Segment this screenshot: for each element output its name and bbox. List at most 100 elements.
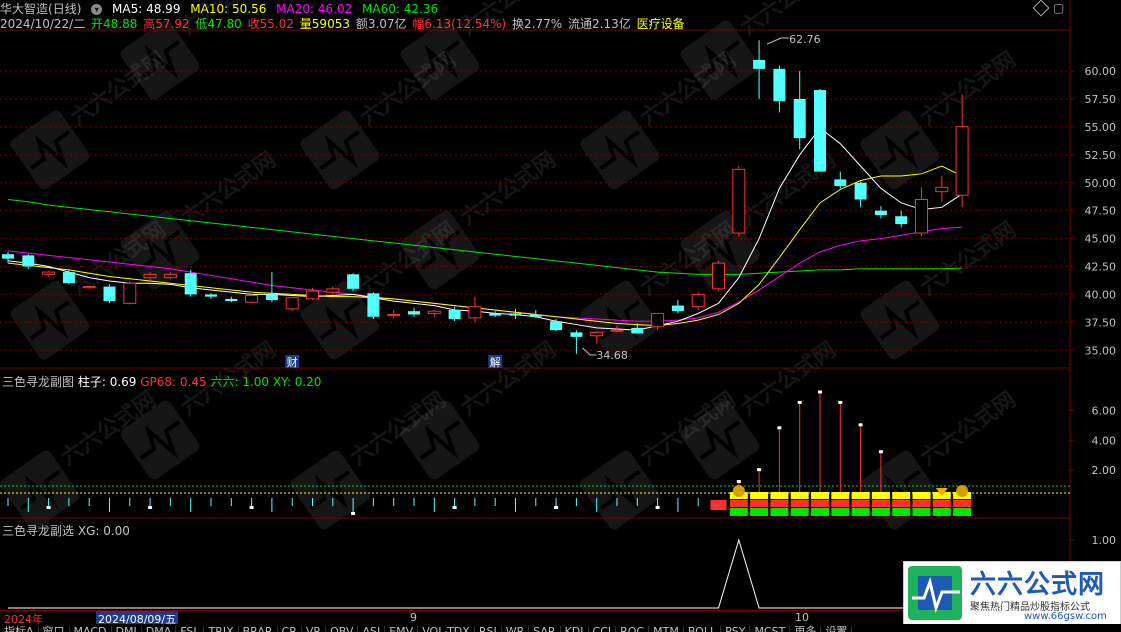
tab-9[interactable]: VR	[302, 626, 327, 632]
sub1-red-block	[892, 500, 911, 507]
tab-12[interactable]: EMV	[385, 626, 419, 632]
sub1-header: 三色寻龙副图 柱子: 0.69 GP68: 0.45 六六: 1.00 XY: …	[2, 373, 321, 390]
candle-body	[408, 311, 420, 315]
candle-body	[42, 271, 56, 275]
tab-2[interactable]: MACD	[70, 626, 112, 632]
tab-24[interactable]: 更多	[790, 626, 822, 632]
high-marker-line	[766, 37, 790, 45]
price-tick-label: 57.50	[1085, 93, 1117, 106]
sub1-green-block	[729, 508, 748, 516]
sub1-green-block	[871, 508, 890, 516]
tab-17[interactable]: KDJ	[561, 626, 589, 632]
sub1-title[interactable]: 三色寻龙副图	[2, 375, 74, 389]
watermark-text: 六六公式网	[456, 147, 560, 231]
event-label: 财	[287, 355, 298, 369]
candle-body	[509, 313, 522, 316]
sub1-liuliu: 六六: 1.00	[210, 375, 270, 389]
watermark-mark: 六六公式网	[400, 147, 561, 290]
sub1-red-block	[710, 500, 727, 510]
tab-4[interactable]: DMA	[142, 626, 177, 632]
xg-line	[8, 538, 963, 609]
tab-20[interactable]: MTM	[649, 626, 684, 632]
candle-body	[793, 99, 806, 139]
sub2-title[interactable]: 三色寻龙副选	[2, 524, 74, 538]
sub1-pillar: 柱子: 0.69	[77, 375, 137, 389]
tab-23[interactable]: MCST	[750, 626, 791, 632]
brand-name: 六六公式网	[970, 570, 1106, 600]
price-tick-label: 35.00	[1085, 344, 1117, 357]
price-tick-label: 45.00	[1085, 233, 1117, 246]
sub1-red-block	[729, 500, 748, 507]
tab-16[interactable]: SAR	[529, 626, 561, 632]
price-tick-label: 50.00	[1085, 177, 1117, 190]
sub1-xy: XY: 0.20	[272, 375, 322, 389]
tab-7[interactable]: BRAR	[239, 626, 278, 632]
sub1-dot	[452, 506, 457, 509]
sub1-red-block	[831, 500, 850, 507]
sub1-red-block	[750, 500, 769, 507]
candle-body	[468, 306, 482, 319]
candle-body	[895, 216, 908, 225]
candle-body	[935, 186, 949, 193]
candle-body	[143, 273, 157, 279]
price-tick-label: 47.50	[1085, 205, 1117, 218]
sub1-green-block	[770, 508, 789, 516]
event-label: 解	[490, 355, 501, 369]
candle-body	[651, 312, 665, 328]
sub1-red-block	[932, 500, 951, 507]
money-bag-icon	[956, 485, 969, 497]
tab-18[interactable]: CCI	[589, 626, 617, 632]
tab-8[interactable]: CR	[278, 626, 302, 632]
candle-body	[773, 68, 786, 102]
sub1-dot	[797, 400, 802, 404]
tab-15[interactable]: WR	[502, 626, 530, 632]
sub1-red-block	[770, 500, 789, 507]
candle-body	[163, 273, 177, 279]
candle-body	[854, 182, 867, 200]
candle-body	[62, 272, 75, 284]
candle-body	[427, 310, 441, 314]
tab-5[interactable]: FSL	[176, 626, 205, 632]
sub1-green-block	[892, 508, 911, 516]
candle-body	[691, 293, 705, 308]
sub1-tick-label: 6.00	[1092, 404, 1117, 417]
watermark-mark: 六六公式网	[120, 0, 281, 100]
candle-body	[184, 273, 197, 295]
candle-body	[712, 262, 725, 290]
sub1-dot	[655, 506, 660, 509]
tab-1[interactable]: 窗口	[39, 626, 70, 632]
month-10: 10	[795, 611, 809, 624]
sub1-yellow-block	[831, 492, 850, 499]
tab-22[interactable]: PSY	[721, 626, 751, 632]
candle-body	[570, 332, 583, 337]
tab-6[interactable]: TRIX	[204, 626, 239, 632]
watermark-mark: 六六公式网	[860, 217, 1021, 360]
tab-13[interactable]: VOL-TDX	[418, 626, 475, 632]
tab-0[interactable]: 指标A	[0, 626, 39, 632]
candle-body	[874, 210, 887, 216]
candle-body	[814, 90, 826, 172]
sub1-dot	[249, 506, 254, 509]
tab-10[interactable]: OBV	[326, 626, 359, 632]
sub1-green-block	[831, 508, 850, 516]
price-axis: 60.00 57.50 55.00 52.50 50.00 47.50 45.00 42.50…	[1070, 65, 1116, 357]
tab-14[interactable]: RSI	[475, 626, 502, 632]
sub1-green-block	[932, 508, 951, 516]
month-9: 9	[410, 611, 417, 624]
candle-body	[448, 310, 461, 319]
tab-11[interactable]: ASI	[358, 626, 386, 632]
tab-21[interactable]: BOLL	[684, 626, 722, 632]
tab-19[interactable]: ROC	[616, 626, 650, 632]
sub1-yellow-block	[790, 492, 809, 499]
sub1-red-block	[790, 500, 809, 507]
candle-body	[915, 199, 928, 234]
candle-body	[245, 295, 259, 303]
watermark-text: 六六公式网	[456, 0, 560, 41]
tab-3[interactable]: DMI	[112, 626, 142, 632]
watermark-text: 六六公式网	[176, 147, 280, 231]
sub1-yellow-block	[871, 492, 890, 499]
kline-chart[interactable]: 六六公式网 六六公式网 六六公式网 六六公式网六六公式网 六六公式网 六六公式网 六六公式网…	[0, 0, 1121, 632]
watermark-mark: 六六公式网	[400, 0, 561, 100]
candle-body	[82, 286, 96, 289]
tab-25[interactable]: 设置	[821, 626, 853, 632]
